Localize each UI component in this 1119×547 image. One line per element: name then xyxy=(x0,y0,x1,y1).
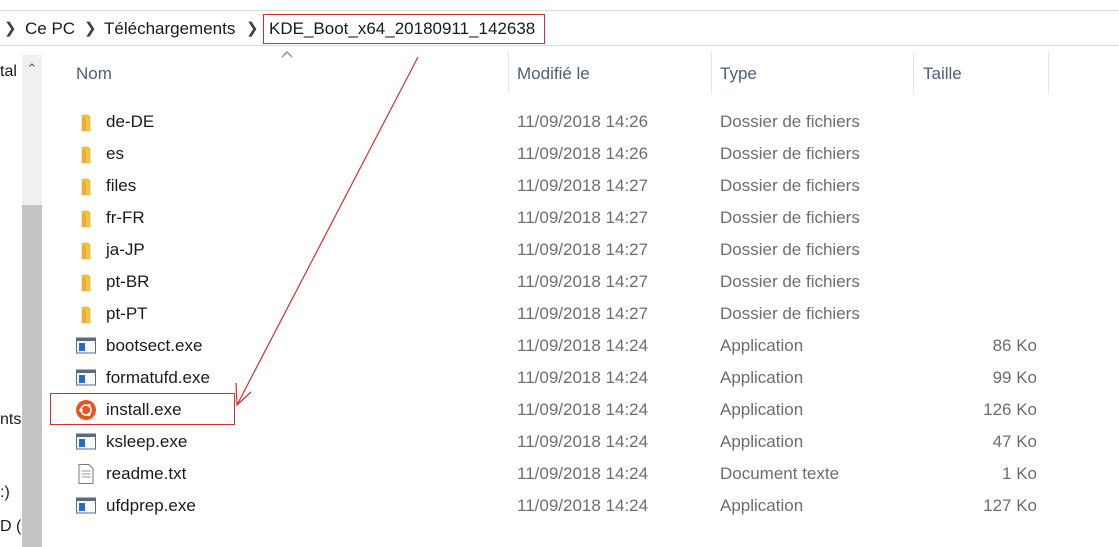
file-type: Dossier de fichiers xyxy=(720,208,860,227)
file-modified: 11/09/2018 14:27 xyxy=(517,272,649,291)
folder-icon xyxy=(75,175,97,197)
column-header-modified[interactable]: Modifié le xyxy=(517,64,590,84)
file-type: Application xyxy=(720,368,804,387)
file-row[interactable]: ksleep.exe 11/09/2018 14:24 Application … xyxy=(47,426,1052,458)
file-type: Application xyxy=(720,432,804,451)
annotation-box-install xyxy=(50,393,235,425)
file-type: Application xyxy=(720,400,804,419)
file-row[interactable]: bootsect.exe 11/09/2018 14:24 Applicatio… xyxy=(47,330,1052,362)
breadcrumb-chevron-icon[interactable]: ❯ xyxy=(84,19,97,37)
file-size: 99 Ko xyxy=(992,368,1037,387)
file-modified: 11/09/2018 14:24 xyxy=(517,400,649,419)
file-name: ja-JP xyxy=(106,240,145,259)
file-size: 1 Ko xyxy=(1002,464,1037,483)
folder-icon xyxy=(75,239,97,261)
file-name: files xyxy=(106,176,137,195)
file-type: Dossier de fichiers xyxy=(720,272,860,291)
file-row[interactable]: readme.txt 11/09/2018 14:24 Document tex… xyxy=(47,458,1052,490)
file-modified: 11/09/2018 14:24 xyxy=(517,368,649,387)
annotation-box-folder xyxy=(263,14,545,44)
exe-icon xyxy=(75,367,97,389)
file-row[interactable]: pt-BR 11/09/2018 14:27 Dossier de fichie… xyxy=(47,266,1052,298)
folder-icon xyxy=(75,271,97,293)
file-name: readme.txt xyxy=(106,464,187,483)
scroll-up-icon[interactable]: ⌃ xyxy=(22,57,42,81)
nav-scrollbar-thumb[interactable] xyxy=(22,205,42,547)
file-modified: 11/09/2018 14:27 xyxy=(517,176,649,195)
exe-icon xyxy=(75,495,97,517)
folder-icon xyxy=(75,143,97,165)
file-modified: 11/09/2018 14:27 xyxy=(517,304,649,323)
file-type: Dossier de fichiers xyxy=(720,304,860,323)
file-name: pt-PT xyxy=(106,304,148,323)
file-row[interactable]: de-DE 11/09/2018 14:26 Dossier de fichie… xyxy=(47,106,1052,138)
file-name: formatufd.exe xyxy=(106,368,210,387)
sort-ascending-icon xyxy=(281,51,293,58)
breadcrumb-chevron-icon[interactable]: ❯ xyxy=(246,19,259,37)
file-modified: 11/09/2018 14:26 xyxy=(517,144,649,163)
file-row[interactable]: fr-FR 11/09/2018 14:27 Dossier de fichie… xyxy=(47,202,1052,234)
file-modified: 11/09/2018 14:24 xyxy=(517,496,649,515)
folder-icon xyxy=(75,111,97,133)
file-size: 126 Ko xyxy=(983,400,1037,419)
breadcrumb-item-this-pc[interactable]: Ce PC xyxy=(25,19,75,39)
nav-item-fragment[interactable]: :) xyxy=(0,484,10,502)
file-row[interactable]: es 11/09/2018 14:26 Dossier de fichiers xyxy=(47,138,1052,170)
column-header-size[interactable]: Taille xyxy=(923,64,962,84)
nav-item-fragment[interactable]: D ( xyxy=(0,518,21,536)
file-name: fr-FR xyxy=(106,208,145,227)
file-size: 127 Ko xyxy=(983,496,1037,515)
file-modified: 11/09/2018 14:24 xyxy=(517,464,649,483)
column-divider[interactable] xyxy=(1048,52,1049,94)
column-header-type[interactable]: Type xyxy=(720,64,757,84)
text-file-icon xyxy=(75,463,97,485)
address-bar[interactable]: ❯ Ce PC ❯ Téléchargements ❯ KDE_Boot_x64… xyxy=(0,10,1119,46)
file-row[interactable]: pt-PT 11/09/2018 14:27 Dossier de fichie… xyxy=(47,298,1052,330)
breadcrumb-item-downloads[interactable]: Téléchargements xyxy=(104,19,235,39)
file-row[interactable]: ufdprep.exe 11/09/2018 14:24 Application… xyxy=(47,490,1052,522)
file-size: 86 Ko xyxy=(992,336,1037,355)
file-name: ksleep.exe xyxy=(106,432,188,451)
column-header-name[interactable]: Nom xyxy=(76,64,112,84)
file-type: Dossier de fichiers xyxy=(720,144,860,163)
file-row[interactable]: ja-JP 11/09/2018 14:27 Dossier de fichie… xyxy=(47,234,1052,266)
nav-item-fragment[interactable]: tal xyxy=(0,63,17,81)
file-modified: 11/09/2018 14:24 xyxy=(517,336,649,355)
file-type: Document texte xyxy=(720,464,840,483)
file-type: Application xyxy=(720,336,804,355)
file-name: de-DE xyxy=(106,112,155,131)
file-type: Dossier de fichiers xyxy=(720,112,860,131)
column-divider[interactable] xyxy=(508,52,509,94)
file-type: Application xyxy=(720,496,804,515)
folder-icon xyxy=(75,303,97,325)
file-name: pt-BR xyxy=(106,272,150,291)
file-name: ufdprep.exe xyxy=(106,496,196,515)
folder-icon xyxy=(75,207,97,229)
file-type: Dossier de fichiers xyxy=(720,240,860,259)
file-type: Dossier de fichiers xyxy=(720,176,860,195)
column-divider[interactable] xyxy=(913,52,914,94)
file-row[interactable]: formatufd.exe 11/09/2018 14:24 Applicati… xyxy=(47,362,1052,394)
exe-icon xyxy=(75,335,97,357)
file-name: es xyxy=(106,144,124,163)
exe-icon xyxy=(75,431,97,453)
file-modified: 11/09/2018 14:27 xyxy=(517,208,649,227)
nav-item-fragment[interactable]: nts xyxy=(0,411,21,429)
file-modified: 11/09/2018 14:24 xyxy=(517,432,649,451)
file-modified: 11/09/2018 14:26 xyxy=(517,112,649,131)
file-name: bootsect.exe xyxy=(106,336,203,355)
column-divider[interactable] xyxy=(711,52,712,94)
file-modified: 11/09/2018 14:27 xyxy=(517,240,649,259)
breadcrumb-chevron-icon[interactable]: ❯ xyxy=(4,19,17,37)
file-size: 47 Ko xyxy=(992,432,1037,451)
file-row[interactable]: files 11/09/2018 14:27 Dossier de fichie… xyxy=(47,170,1052,202)
